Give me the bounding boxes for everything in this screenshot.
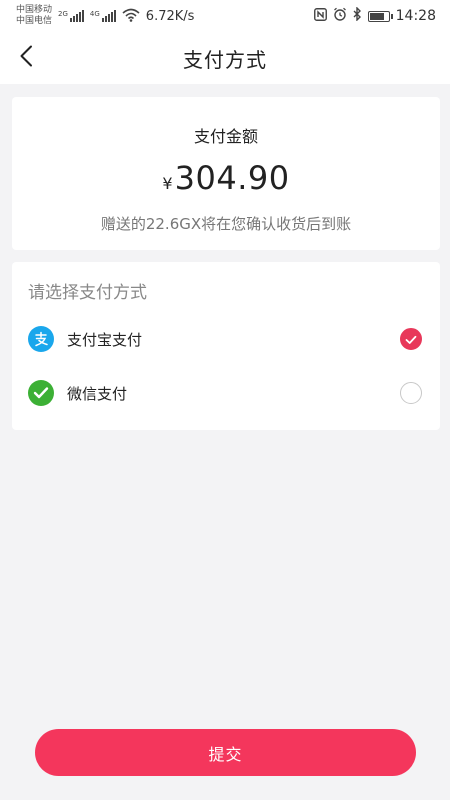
back-button[interactable] [8, 40, 44, 76]
signal-icon-2: 4G [90, 10, 116, 22]
amount-value: ¥ 304.90 [12, 159, 440, 197]
status-left: 中国移动 中国电信 2G 4G 6.72K/s [16, 5, 194, 27]
payment-method-card: 请选择支付方式 支付宝支付 微信支付 [12, 262, 440, 430]
checkmark-icon [405, 330, 417, 349]
wechat-icon [28, 380, 54, 406]
submit-button[interactable]: 提交 [35, 729, 416, 776]
payment-option-alipay[interactable]: 支付宝支付 [12, 314, 440, 364]
sim1-network-tag: 2G [58, 10, 68, 18]
sim2-network-tag: 4G [89, 10, 100, 18]
payment-option-wechat[interactable]: 微信支付 [12, 368, 440, 418]
clock: 14:28 [395, 8, 436, 24]
carrier-2: 中国电信 [16, 16, 53, 26]
amount-label: 支付金额 [193, 127, 258, 146]
nfc-icon [313, 7, 327, 25]
chevron-left-icon [19, 45, 33, 71]
network-speed: 6.72K/s [145, 8, 195, 24]
payment-option-label: 微信支付 [67, 384, 128, 403]
amount-number: 304.90 [174, 159, 290, 197]
alipay-icon [28, 326, 54, 352]
amount-card: 支付金额 ¥ 304.90 赠送的22.6GX将在您确认收货后到账 [12, 97, 440, 250]
battery-icon [367, 10, 393, 22]
nav-header: 支付方式 [0, 32, 450, 84]
battery-fill [369, 12, 384, 20]
alarm-icon [333, 7, 347, 25]
bluetooth-icon [353, 6, 362, 25]
radio-unchecked[interactable] [400, 382, 422, 404]
status-right: 14:28 [313, 6, 436, 25]
carrier-1: 中国移动 [16, 5, 53, 15]
page-title: 支付方式 [183, 47, 267, 72]
currency-symbol: ¥ [162, 174, 173, 193]
wifi-icon [122, 8, 140, 25]
reward-note: 赠送的22.6GX将在您确认收货后到账 [100, 215, 352, 233]
radio-checked[interactable] [400, 328, 422, 350]
payment-method-heading: 请选择支付方式 [28, 283, 147, 303]
payment-option-label: 支付宝支付 [67, 330, 143, 349]
signal-icon: 2G [58, 10, 84, 22]
payment-method-screen: 中国移动 中国电信 2G 4G 6.72K/s 14:28 支付方式 支付金额 … [0, 0, 450, 800]
carrier-names: 中国移动 中国电信 [16, 5, 52, 27]
status-bar: 中国移动 中国电信 2G 4G 6.72K/s 14:28 [0, 0, 450, 32]
